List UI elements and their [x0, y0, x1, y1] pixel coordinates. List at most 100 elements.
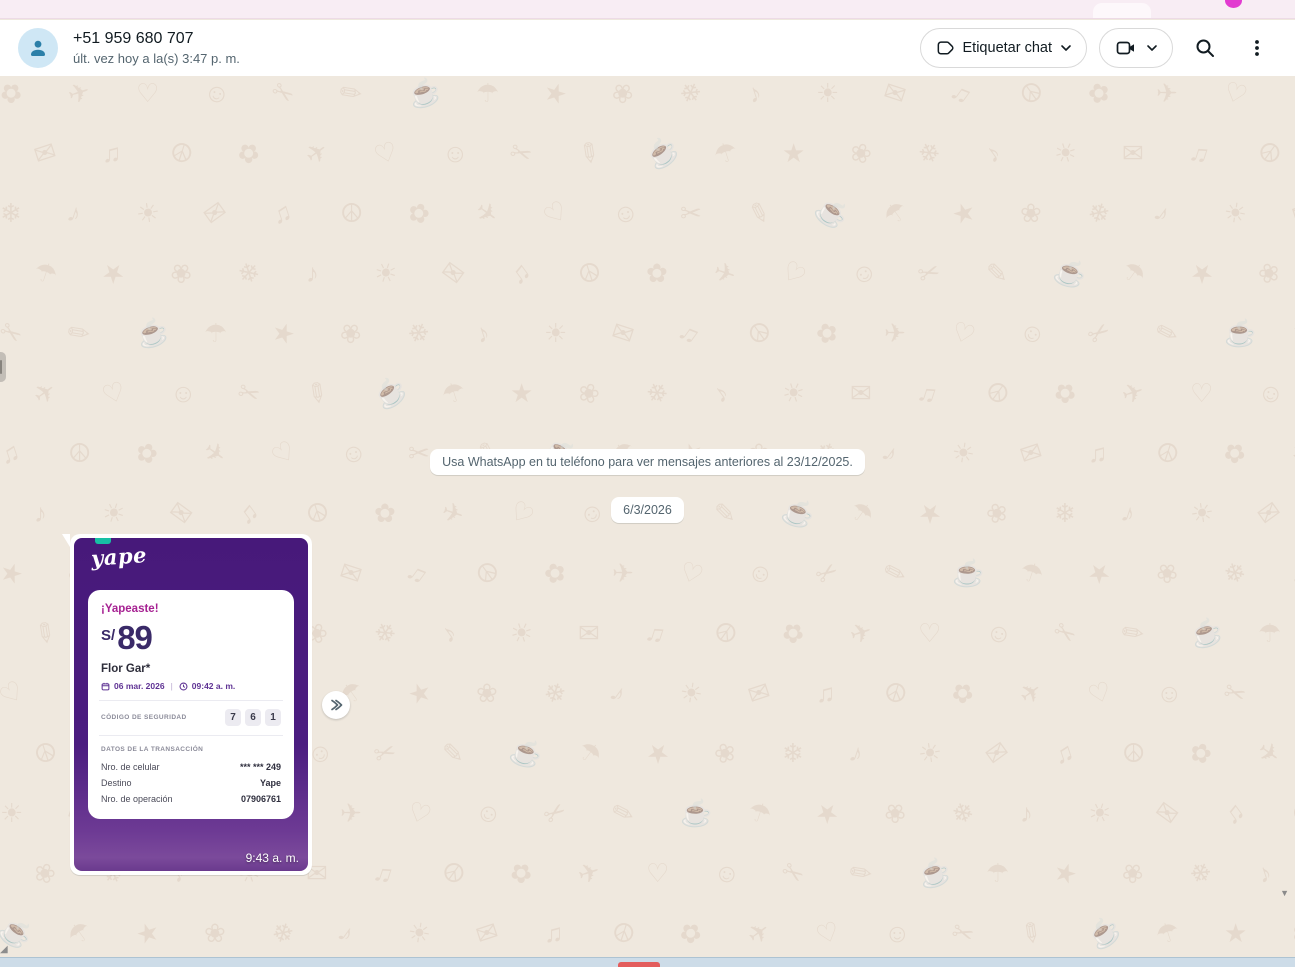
doodle-glyph: ✿ [646, 260, 668, 286]
doodle-glyph: ☀ [1085, 797, 1115, 829]
doodle-glyph: ☂ [1289, 317, 1295, 349]
doodle-glyph: ☕ [1224, 320, 1256, 346]
doodle-glyph: ♫ [370, 858, 397, 889]
doodle-glyph: ✈ [575, 857, 604, 888]
doodle-glyph: ✂ [680, 200, 702, 226]
doodle-glyph: ♫ [1218, 797, 1249, 829]
doodle-glyph: ☺ [609, 197, 642, 230]
avatar[interactable] [18, 28, 58, 68]
doodle-glyph: ♪ [708, 379, 734, 408]
kebab-menu-icon [1245, 36, 1269, 60]
doodle-glyph: ♫ [1186, 138, 1213, 169]
label-chat-button[interactable]: Etiquetar chat [920, 28, 1087, 68]
system-notice-chip: Usa WhatsApp en tu teléfono para ver men… [430, 449, 865, 475]
label-chat-text: Etiquetar chat [963, 40, 1052, 56]
receipt-card: ¡Yapeaste! S/ 89 Flor Gar* 06 mar. 2026 … [88, 590, 294, 819]
doodle-glyph: ☕ [369, 373, 410, 413]
contact-name: +51 959 680 707 [73, 28, 240, 49]
doodle-glyph: ★ [541, 77, 571, 109]
doodle-glyph: ✎ [62, 316, 95, 350]
doodle-glyph: ❄ [1221, 557, 1250, 588]
search-button[interactable] [1185, 28, 1225, 68]
doodle-glyph: ❀ [1289, 917, 1295, 948]
doodle-glyph: ✉ [473, 917, 502, 948]
message-row: yape ¡Yapeaste! S/ 89 Flor Gar* 06 mar. … [70, 534, 350, 875]
header-actions: Etiquetar chat [920, 28, 1277, 68]
doodle-glyph: ☺ [711, 857, 744, 890]
doodle-glyph: ❀ [476, 680, 498, 706]
transaction-rows: Nro. de celular *** *** 249 Destino Yape… [101, 759, 281, 807]
doodle-glyph: ☕ [680, 800, 712, 826]
doodle-glyph: ♫ [674, 317, 705, 349]
browser-accent-icon [1225, 0, 1242, 8]
doodle-glyph: ★ [811, 796, 845, 831]
doodle-glyph: ☀ [816, 80, 839, 106]
doodle-glyph: ♫ [946, 77, 977, 109]
doodle-glyph: ♡ [371, 137, 401, 169]
calendar-icon [101, 682, 110, 691]
doodle-glyph: ♫ [642, 618, 669, 649]
doodle-glyph: ☀ [371, 257, 401, 289]
doodle-glyph: ☕ [811, 193, 852, 233]
receipt-meta: 06 mar. 2026 | 09:42 a. m. [101, 681, 281, 691]
doodle-glyph: ✂ [538, 796, 571, 830]
doodle-glyph: ❄ [1184, 856, 1217, 890]
doodle-glyph: ✎ [442, 740, 464, 766]
doodle-glyph: ✉ [745, 677, 774, 708]
amount-value: 89 [117, 622, 152, 654]
doodle-glyph: ❀ [1150, 556, 1183, 590]
doodle-glyph: ❄ [640, 376, 673, 410]
tx-label: Nro. de celular [101, 759, 160, 775]
receipt-time: 09:42 a. m. [192, 681, 235, 691]
divider [99, 735, 283, 736]
sidebar-drag-handle[interactable] [0, 352, 6, 382]
doodle-glyph: ✈ [884, 320, 906, 346]
video-call-button[interactable] [1099, 28, 1173, 68]
doodle-glyph: ✈ [1156, 80, 1178, 106]
doodle-glyph: ✿ [946, 676, 979, 710]
doodle-glyph: ♡ [1085, 677, 1115, 709]
doodle-glyph: ☂ [1258, 620, 1281, 646]
doodle-glyph: ♫ [402, 557, 433, 589]
doodle-glyph: ☂ [1153, 917, 1183, 949]
menu-button[interactable] [1237, 28, 1277, 68]
doodle-glyph: ☀ [0, 800, 23, 826]
tx-label: Nro. de operación [101, 791, 173, 807]
yape-receipt-image[interactable]: yape ¡Yapeaste! S/ 89 Flor Gar* 06 mar. … [74, 538, 308, 871]
security-code-digit: 6 [245, 709, 261, 726]
doodle-glyph: ✂ [949, 917, 978, 948]
scrollbar-down-arrow[interactable]: ▼ [1280, 888, 1289, 898]
contact-info[interactable]: +51 959 680 707 últ. vez hoy a la(s) 3:4… [73, 28, 240, 68]
doodle-glyph: ❀ [1116, 856, 1149, 890]
doodle-glyph: ❀ [164, 256, 197, 290]
doodle-glyph: ❄ [269, 917, 298, 948]
tx-value: Yape [260, 775, 281, 791]
doodle-glyph: ❄ [541, 677, 570, 708]
doodle-glyph: ♡ [0, 676, 29, 711]
tx-label: Destino [101, 775, 132, 791]
doodle-glyph: ✉ [980, 736, 1013, 770]
doodle-glyph: ❄ [402, 316, 435, 350]
doodle-glyph: ☮ [981, 376, 1015, 411]
receipt-amount: S/ 89 [101, 622, 281, 654]
doodle-glyph: ☕ [915, 856, 954, 891]
label-tag-icon [935, 38, 955, 58]
security-code-label: CÓDIGO DE SEGURIDAD [101, 714, 187, 721]
doodle-glyph: ♫ [816, 680, 836, 706]
security-code-digit: 1 [265, 709, 281, 726]
doodle-glyph: ❄ [674, 76, 707, 110]
incoming-image-message[interactable]: yape ¡Yapeaste! S/ 89 Flor Gar* 06 mar. … [70, 534, 312, 875]
chat-area: ✿✈♡☺✂✎☕☂★❀❄♪☀✉♫☮✿✈♡☺✉♫☮✿✈♡☺✂✎☕☂★❀❄♪☀✉♫☮✿… [0, 76, 1295, 957]
doodle-glyph: ♫ [1050, 738, 1077, 769]
security-code-boxes: 7 6 1 [225, 709, 281, 726]
doodle-glyph: ❀ [1255, 257, 1284, 288]
doodle-glyph: ✂ [1082, 316, 1115, 350]
doodle-glyph: ✎ [334, 76, 367, 110]
forward-message-button[interactable] [322, 691, 350, 719]
doodle-glyph: ❄ [912, 136, 945, 170]
doodle-glyph: ☮ [437, 856, 471, 891]
doodle-glyph: ✿ [1085, 77, 1114, 108]
doodle-glyph: ☀ [507, 617, 537, 649]
doodle-glyph: ☮ [743, 316, 777, 351]
doodle-glyph: ♪ [744, 79, 764, 108]
